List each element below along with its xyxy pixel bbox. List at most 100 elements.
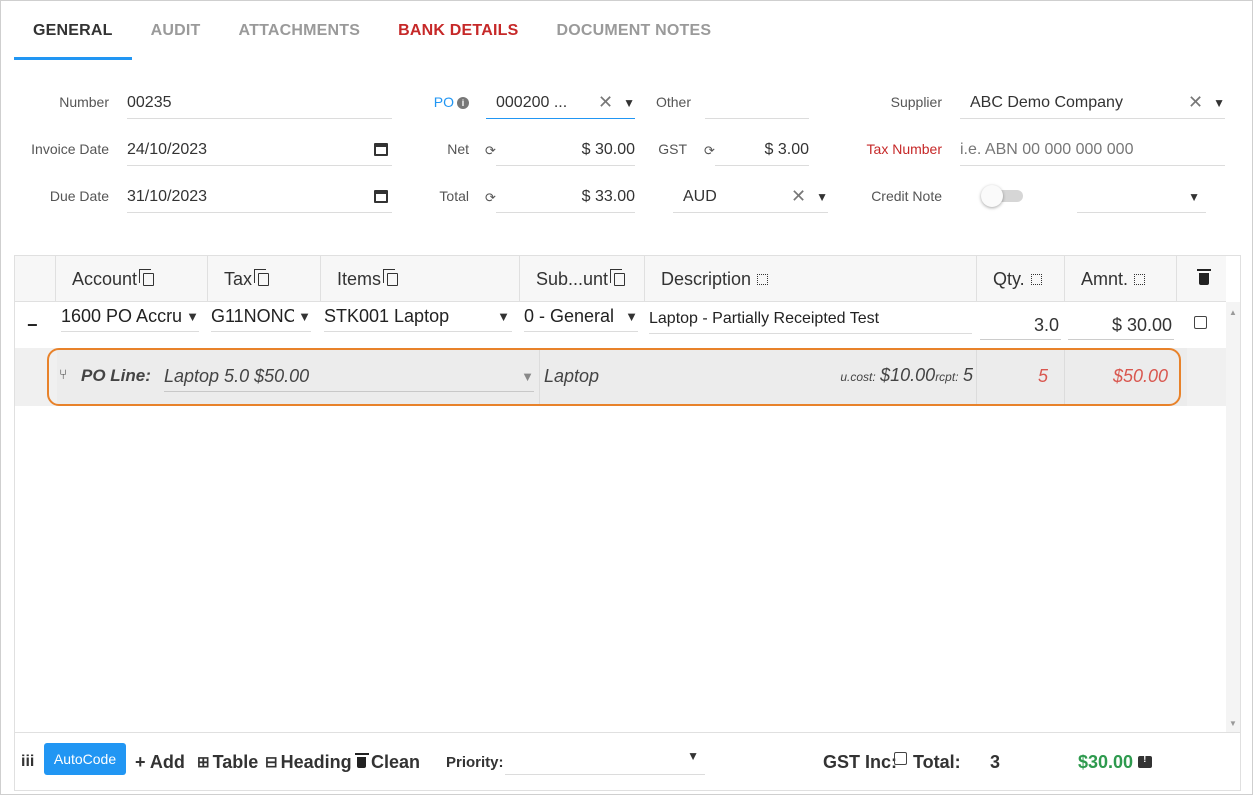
copy-icon[interactable] xyxy=(139,268,155,286)
net-field[interactable]: $ 30.00 xyxy=(496,134,635,166)
header-items[interactable]: Items xyxy=(320,256,519,302)
copy-icon[interactable] xyxy=(383,268,399,286)
table-button[interactable]: ⊞ Table xyxy=(197,733,258,791)
scroll-up-icon[interactable]: ▲ xyxy=(1229,308,1237,317)
select-column-icon[interactable] xyxy=(757,273,769,285)
account-select[interactable]: 1600 PO Accrual▼ xyxy=(61,302,199,332)
header-account[interactable]: Account xyxy=(55,256,207,302)
info-icon[interactable]: i xyxy=(457,97,469,109)
chevron-down-icon[interactable]: ▼ xyxy=(625,309,638,324)
chevron-down-icon[interactable]: ▼ xyxy=(298,309,311,324)
clean-button-label: Clean xyxy=(371,751,421,772)
grid-header: Account Tax Items Sub...unt Description … xyxy=(15,256,1226,302)
header-subaccount[interactable]: Sub...unt xyxy=(519,256,644,302)
copy-icon[interactable] xyxy=(254,268,270,286)
po-label-text: PO xyxy=(433,94,454,110)
priority-select[interactable]: ▼ xyxy=(505,743,705,775)
total-label: Total xyxy=(439,188,469,204)
tab-document-notes[interactable]: DOCUMENT NOTES xyxy=(537,1,730,60)
sync-icon[interactable]: ⟳ xyxy=(485,190,496,206)
other-label: Other xyxy=(655,94,691,110)
autocode-button[interactable]: AutoCode xyxy=(44,743,126,775)
amount-input[interactable]: $ 30.00 xyxy=(1068,312,1174,340)
clean-button[interactable]: Clean xyxy=(355,733,421,791)
tax-number-placeholder: i.e. ABN 00 000 000 000 xyxy=(960,140,1134,158)
header-amount[interactable]: Amnt. xyxy=(1064,256,1176,302)
supplier-select[interactable]: ABC Demo Company ✕ ▼ xyxy=(960,87,1225,119)
trash-icon[interactable] xyxy=(1197,269,1211,285)
tax-select[interactable]: G11NONCAP ▼ xyxy=(211,302,311,332)
tab-audit[interactable]: AUDIT xyxy=(132,1,220,60)
columns-icon[interactable]: iii xyxy=(21,733,34,791)
due-date-field[interactable]: 31/10/2023 xyxy=(127,181,392,213)
comment-alert-icon[interactable] xyxy=(1138,754,1153,768)
header-delete[interactable] xyxy=(1176,256,1226,302)
calendar-icon[interactable] xyxy=(374,143,388,156)
trash-icon xyxy=(355,752,369,768)
po-select[interactable]: 000200 ... ✕ ▼ xyxy=(486,87,635,119)
invoice-editor: GENERAL AUDIT ATTACHMENTS BANK DETAILS D… xyxy=(0,0,1253,795)
gst-field[interactable]: $ 3.00 xyxy=(715,134,809,166)
clear-icon[interactable]: ✕ xyxy=(1188,92,1203,113)
item-select[interactable]: STK001 Laptop ▼ xyxy=(324,302,512,332)
chevron-down-icon[interactable]: ▼ xyxy=(687,749,699,763)
invoice-date-label: Invoice Date xyxy=(31,141,109,157)
header-description-label: Description xyxy=(661,268,752,289)
net-value: $ 30.00 xyxy=(581,140,635,158)
header-amount-label: Amnt. xyxy=(1081,268,1129,289)
clear-icon[interactable]: ✕ xyxy=(791,186,806,207)
tab-bank-details[interactable]: BANK DETAILS xyxy=(379,1,537,60)
header-qty-label: Qty. xyxy=(993,268,1025,289)
chevron-down-icon[interactable]: ▼ xyxy=(186,309,199,324)
credit-note-toggle[interactable] xyxy=(981,185,1025,207)
chevron-down-icon[interactable]: ▼ xyxy=(1188,190,1200,204)
chevron-down-icon[interactable]: ▼ xyxy=(497,309,510,324)
line-items-grid: Account Tax Items Sub...unt Description … xyxy=(14,255,1241,791)
sync-icon[interactable]: ⟳ xyxy=(704,143,715,159)
number-field[interactable]: 00235 xyxy=(127,87,392,119)
credit-note-select[interactable]: ▼ xyxy=(1077,181,1206,213)
description-input[interactable]: Laptop - Partially Receipted Test xyxy=(649,304,972,334)
select-column-icon[interactable] xyxy=(1030,273,1042,285)
gst-inc-checkbox[interactable] xyxy=(894,752,907,765)
chevron-down-icon[interactable]: ▼ xyxy=(1213,96,1225,110)
header-qty[interactable]: Qty. xyxy=(976,256,1064,302)
toggle-knob xyxy=(981,185,1003,207)
po-label[interactable]: PO i xyxy=(401,94,469,110)
priority-label: Priority: xyxy=(446,753,504,771)
total-field[interactable]: $ 33.00 xyxy=(496,181,635,213)
collapse-toggle[interactable]: − xyxy=(27,302,47,348)
scroll-down-icon[interactable]: ▼ xyxy=(1229,719,1237,728)
clear-icon[interactable]: ✕ xyxy=(598,92,613,113)
sync-icon[interactable]: ⟳ xyxy=(485,143,496,159)
tab-general[interactable]: GENERAL xyxy=(14,1,132,60)
subaccount-select[interactable]: 0 - General ▼ xyxy=(524,302,638,332)
vertical-scrollbar[interactable]: ▲ ▼ xyxy=(1226,302,1240,732)
invoice-date-field[interactable]: 24/10/2023 xyxy=(127,134,392,166)
invoice-date-value: 24/10/2023 xyxy=(127,140,208,158)
heading-button[interactable]: ⊟ Heading xyxy=(265,733,352,791)
tab-attachments[interactable]: ATTACHMENTS xyxy=(220,1,380,60)
currency-select[interactable]: AUD ✕ ▼ xyxy=(673,181,828,213)
add-button[interactable]: + Add xyxy=(135,733,185,791)
po-line-highlight xyxy=(47,348,1181,406)
header-account-label: Account xyxy=(72,268,138,289)
chevron-down-icon[interactable]: ▼ xyxy=(816,190,828,204)
qty-input[interactable]: 3.0 xyxy=(980,312,1061,340)
total-value: $ 33.00 xyxy=(581,187,635,205)
copy-icon[interactable] xyxy=(610,268,626,286)
grid-footer: iii AutoCode + Add ⊞ Table ⊟ Heading Clean… xyxy=(15,732,1240,790)
calendar-icon[interactable] xyxy=(374,190,388,203)
po-value: 000200 ... xyxy=(496,93,568,111)
header-description[interactable]: Description xyxy=(644,256,976,302)
select-column-icon[interactable] xyxy=(1134,273,1146,285)
line-count: 3 xyxy=(990,751,1001,772)
tax-number-field[interactable]: i.e. ABN 00 000 000 000 xyxy=(960,134,1225,166)
header-tax[interactable]: Tax xyxy=(207,256,320,302)
chevron-down-icon[interactable]: ▼ xyxy=(623,96,635,110)
row-checkbox[interactable] xyxy=(1194,316,1207,329)
other-field[interactable] xyxy=(705,87,809,119)
description-value: Laptop - Partially Receipted Test xyxy=(649,309,880,327)
supplier-value: ABC Demo Company xyxy=(970,93,1123,111)
tax-number-label: Tax Number xyxy=(866,141,942,157)
